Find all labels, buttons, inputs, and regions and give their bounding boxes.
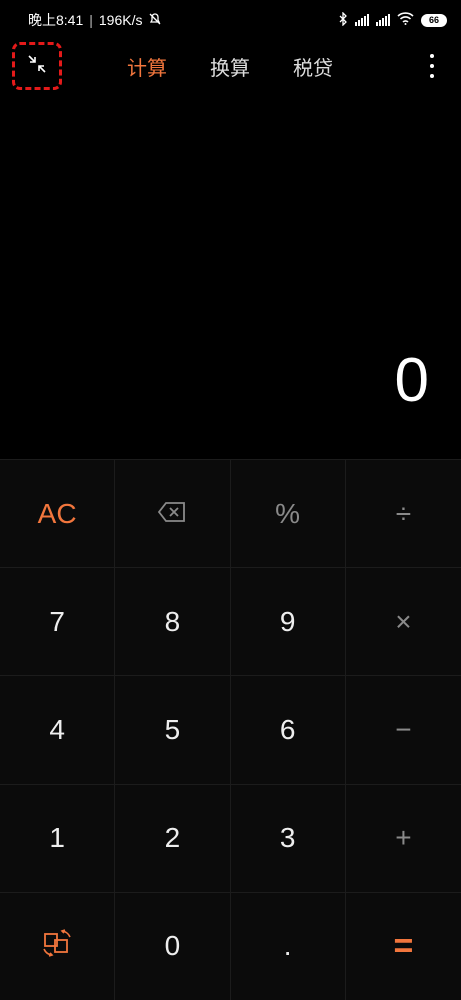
digit-5-button[interactable]: 5 — [115, 675, 231, 784]
toolbar: 计算 换算 税贷 — [0, 40, 461, 92]
battery-icon: 66 — [421, 13, 447, 27]
tab-convert[interactable]: 换算 — [210, 52, 250, 81]
backspace-button[interactable] — [115, 459, 231, 568]
result-display: 0 — [394, 346, 429, 415]
status-separator: | — [89, 12, 93, 28]
wifi-icon — [397, 12, 414, 28]
digit-3-button[interactable]: 3 — [230, 783, 346, 892]
digit-0-button[interactable]: 0 — [115, 891, 231, 1000]
equals-button[interactable]: = — [345, 891, 461, 1000]
switch-mode-button[interactable] — [0, 891, 116, 1000]
more-options-button[interactable] — [429, 54, 435, 78]
status-bar: 晚上8:41 | 196K/s 66 — [0, 0, 461, 40]
shrink-window-button[interactable] — [12, 42, 62, 90]
shrink-icon — [26, 53, 48, 80]
backspace-icon — [157, 498, 187, 530]
status-left: 晚上8:41 | 196K/s — [28, 10, 162, 30]
rotate-screen-icon — [41, 929, 73, 964]
digit-8-button[interactable]: 8 — [115, 567, 231, 676]
signal-sim2-icon — [376, 14, 390, 26]
digit-7-button[interactable]: 7 — [0, 567, 116, 676]
signal-sim1-icon — [355, 14, 369, 26]
tab-tax-loan[interactable]: 税贷 — [293, 52, 333, 81]
calculator-screen: 晚上8:41 | 196K/s 66 计算 换算 税贷 0 AC % ÷ 7 8… — [0, 0, 461, 1000]
tab-calculate[interactable]: 计算 — [127, 52, 167, 81]
percent-button[interactable]: % — [230, 459, 346, 568]
minus-button[interactable]: − — [345, 675, 461, 783]
digit-6-button[interactable]: 6 — [230, 675, 346, 784]
plus-button[interactable]: + — [345, 783, 461, 892]
all-clear-button[interactable]: AC — [0, 459, 116, 568]
digit-9-button[interactable]: 9 — [230, 567, 346, 676]
multiply-button[interactable]: × — [345, 567, 461, 675]
decimal-point-button[interactable]: . — [230, 891, 346, 1000]
keypad: AC % ÷ 7 8 9 × 4 5 6 − 1 2 3 + 0 . = — [0, 459, 461, 1000]
network-speed: 196K/s — [98, 12, 143, 28]
alarm-off-icon — [148, 12, 162, 29]
status-time: 晚上8:41 — [28, 12, 84, 28]
digit-2-button[interactable]: 2 — [115, 783, 231, 892]
divide-button[interactable]: ÷ — [345, 459, 461, 567]
digit-4-button[interactable]: 4 — [0, 675, 116, 784]
bluetooth-icon — [339, 10, 348, 29]
digit-1-button[interactable]: 1 — [0, 783, 116, 892]
status-right: 66 — [339, 10, 447, 29]
